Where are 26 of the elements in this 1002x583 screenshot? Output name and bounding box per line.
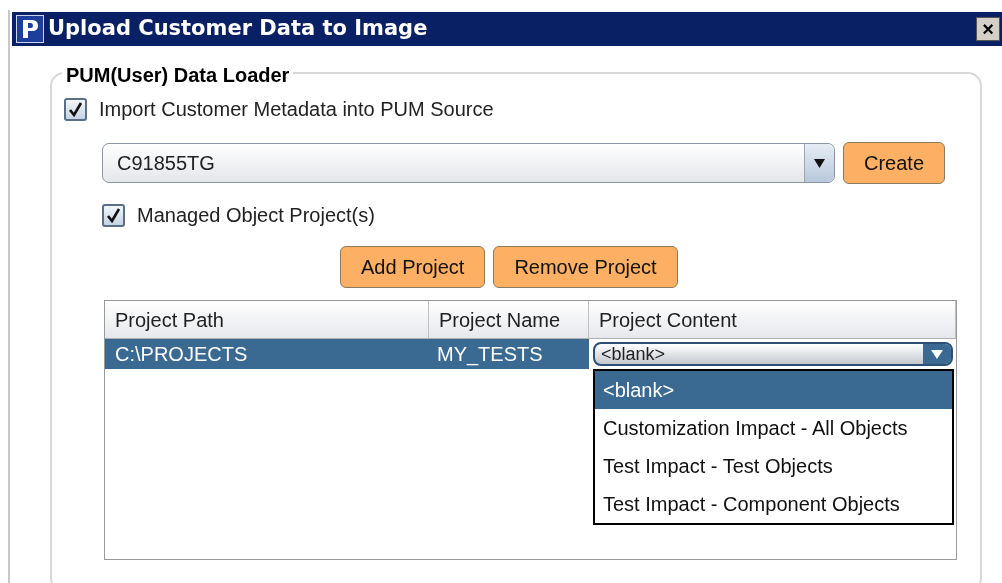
action-button[interactable]: Add Project [340, 246, 486, 288]
column-header[interactable]: Project Path [105, 301, 429, 338]
table-row[interactable]: C:\PROJECTS MY_TESTS <blank> [105, 339, 956, 369]
checkbox-label: Import Customer Metadata into PUM Source [99, 97, 494, 122]
checkmark-icon [106, 207, 121, 223]
action-button[interactable]: Remove Project [493, 246, 678, 288]
checkbox-label: Managed Object Project(s) [137, 203, 375, 228]
action-button[interactable]: Create [843, 142, 946, 184]
source-combo-box[interactable]: C91855TG [102, 143, 835, 183]
table-cell-text: MY_TESTS [436, 342, 544, 368]
close-button[interactable]: × [976, 17, 1000, 41]
checkmark-icon [68, 101, 83, 117]
dropdown-arrow-icon [931, 349, 943, 359]
app-logo-icon [16, 15, 44, 43]
checkbox[interactable] [64, 97, 87, 121]
dropdown-option[interactable]: Customization Impact - All Objects [595, 409, 952, 447]
dropdown-option[interactable]: <blank> [595, 371, 952, 409]
checkbox[interactable] [102, 203, 125, 227]
column-header[interactable]: Project Name [429, 301, 589, 338]
window-title: Upload Customer Data to Image [48, 15, 428, 43]
dropdown-option[interactable]: Test Impact - Test Objects [595, 447, 952, 485]
column-header[interactable]: Project Content [589, 301, 956, 338]
dropdown-arrow-icon [814, 158, 825, 168]
dropdown-option[interactable]: Test Impact - Component Objects [595, 485, 952, 523]
content-combo-box[interactable]: <blank> [593, 342, 953, 366]
table-cell-text: C:\PROJECTS [114, 342, 249, 367]
